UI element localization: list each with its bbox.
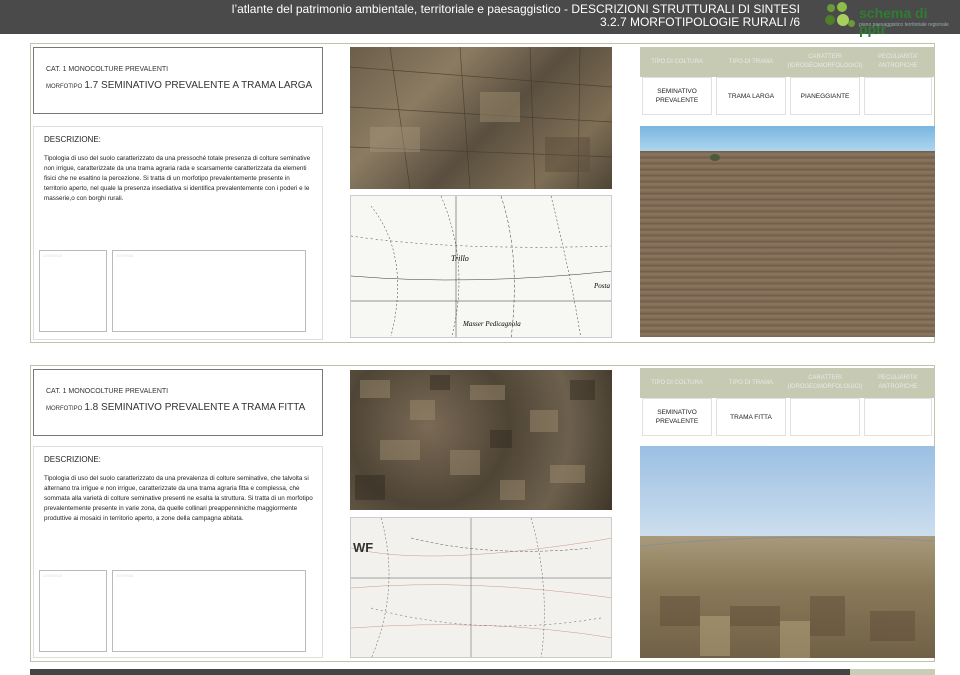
cell-caratteri: [790, 398, 860, 436]
topographic-map-2: WF: [350, 517, 612, 658]
description-box-1: DESCRIZIONE: Tipologia di uso del suolo …: [33, 126, 323, 340]
cell-coltura: SEMINATIVO PREVALENTE: [642, 398, 712, 436]
schema-box-label: SCHEMA: [116, 573, 134, 578]
map-lines: [351, 196, 611, 337]
header-peculiarita: PECULIARITA' ANTROPICHE: [877, 375, 919, 390]
title-card-2: CAT. 1 MONOCOLTURE PREVALENTI MORFOTIPO 1…: [33, 369, 323, 436]
map-label-wf: WF: [353, 540, 374, 555]
footer-bar: [30, 669, 935, 675]
morfotipo-name: 1.8 SEMINATIVO PREVALENTE A TRAMA FITTA: [84, 402, 306, 413]
header-peculiarita: PECULIARITA' ANTROPICHE: [877, 54, 919, 69]
schema-box-label: SCHEMA: [116, 253, 134, 258]
header-tipo-coltura: TIPO DI COLTURA: [651, 58, 703, 65]
cell-coltura: SEMINATIVO PREVALENTE: [642, 77, 712, 115]
header-tipo-trama: TIPO DI TRAMA: [728, 379, 774, 386]
legend-box-label: LEGENDA: [43, 573, 63, 578]
header-tipo-coltura: TIPO DI COLTURA: [651, 379, 703, 386]
photo-fields-pattern: [640, 536, 935, 658]
morfotipo-name: 1.7 SEMINATIVO PREVALENTE A TRAMA LARGA: [84, 80, 313, 91]
cell-trama: TRAMA FITTA: [716, 398, 786, 436]
header-title-line2: 3.2.7 MORFOTIPOLOGIE RURALI /6: [599, 15, 800, 29]
description-text: Tipologia di uso del suolo caratterizzat…: [44, 475, 313, 522]
aerial-photo-1: [350, 47, 612, 189]
morfotipo-prefix: MORFOTIPO: [46, 406, 83, 412]
legend-box: LEGENDA: [39, 250, 107, 332]
aerial-dense-pattern: [355, 375, 595, 500]
cell-peculiarita: [864, 77, 932, 115]
aerial-fields-pattern: [350, 47, 612, 189]
aerial-photo-2: [350, 370, 612, 510]
legend-box: LEGENDA: [39, 570, 107, 652]
description-label: DESCRIZIONE:: [44, 455, 101, 464]
description-box-2: DESCRIZIONE: Tipologia di uso del suolo …: [33, 446, 323, 658]
morfotipo-title: MORFOTIPO 1.7 SEMINATIVO PREVALENTE A TRA…: [46, 80, 312, 91]
map-lines: [351, 518, 611, 657]
category-label: CAT. 1 MONOCOLTURE PREVALENTI: [46, 66, 169, 73]
category-label: CAT. 1 MONOCOLTURE PREVALENTI: [46, 388, 169, 395]
map-label-masseria: Masser Pedicagnola: [463, 320, 521, 328]
logo-dots-icon: [825, 2, 857, 32]
tree-icon: [710, 154, 720, 161]
description-label: DESCRIZIONE:: [44, 135, 101, 144]
header-tipo-trama: TIPO DI TRAMA: [728, 58, 774, 65]
landscape-photo-2: [640, 446, 935, 658]
morfotipo-title: MORFOTIPO 1.8 SEMINATIVO PREVALENTE A TRA…: [46, 402, 305, 413]
photo-ground: [640, 151, 935, 337]
footer-accent: [850, 669, 935, 675]
cell-trama: TRAMA LARGA: [716, 77, 786, 115]
header-caratteri: CARATTERI (IDROGEOMORFOLOGICI): [787, 54, 863, 69]
schema-box: SCHEMA: [112, 250, 306, 332]
page-header: l’atlante del patrimonio ambientale, ter…: [0, 0, 960, 37]
pptr-logo: schema di pptr piano paesaggistico terri…: [825, 2, 950, 37]
cell-caratteri: PIANEGGIANTE: [790, 77, 860, 115]
map-label-posta: Posta: [594, 282, 610, 290]
logo-subtitle: piano paesaggistico territoriale regiona…: [859, 22, 949, 28]
map-label-trillo: Trillo: [451, 254, 469, 263]
description-text: Tipologia di uso del suolo caratterizzat…: [44, 155, 311, 202]
logo-text: schema di pptr: [859, 5, 928, 37]
legend-box-label: LEGENDA: [43, 253, 63, 258]
title-card-1: CAT. 1 MONOCOLTURE PREVALENTI MORFOTIPO 1…: [33, 47, 323, 114]
header-caratteri: CARATTERI (IDROGEOMORFOLOGICI): [787, 375, 863, 390]
header-title: l’atlante del patrimonio ambientale, ter…: [232, 3, 800, 29]
morfotipo-prefix: MORFOTIPO: [46, 84, 83, 90]
schema-box: SCHEMA: [112, 570, 306, 652]
cell-peculiarita: [864, 398, 932, 436]
topographic-map-1: Trillo Masser Pedicagnola Posta: [350, 195, 612, 338]
landscape-photo-1: [640, 126, 935, 337]
